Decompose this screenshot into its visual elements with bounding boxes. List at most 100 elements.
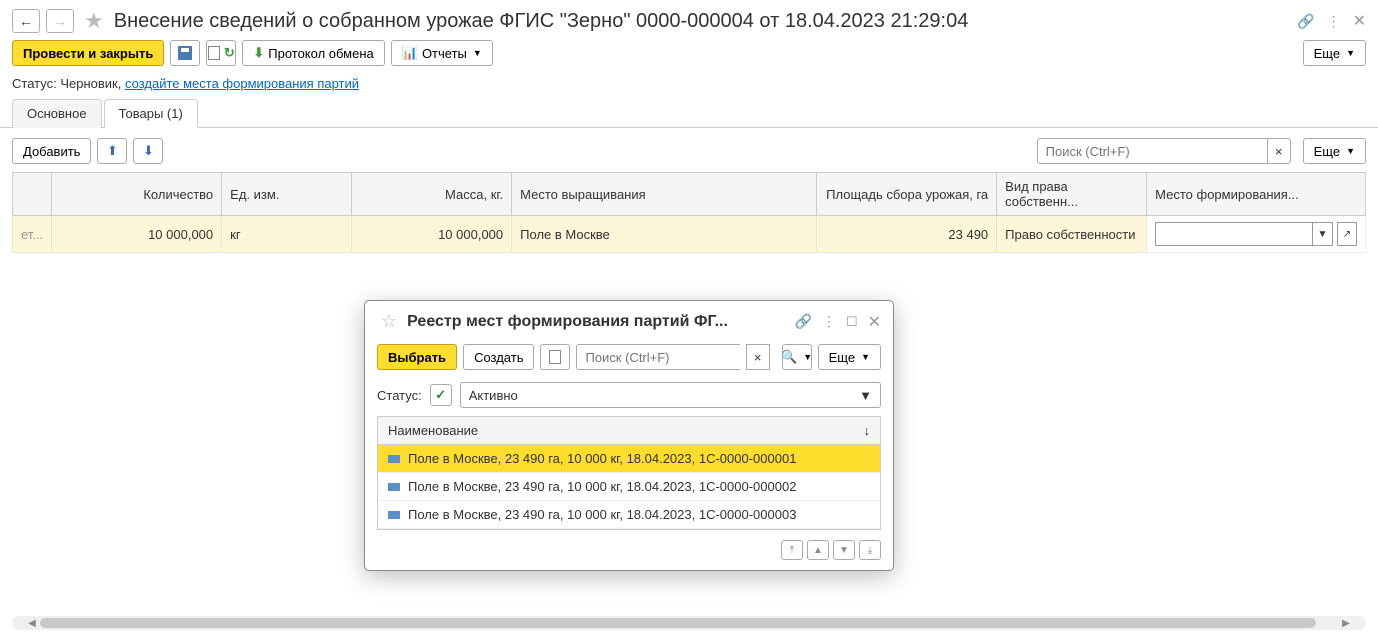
- content-more-button[interactable]: Еще▼: [1303, 138, 1366, 164]
- link-icon[interactable]: 🔗: [1297, 13, 1314, 30]
- toolbar: Провести и закрыть ↻ ⬇ Протокол обмена 📊…: [0, 40, 1378, 72]
- list-item[interactable]: Поле в Москве, 23 490 га, 10 000 кг, 18.…: [378, 501, 880, 529]
- post-button[interactable]: ↻: [206, 40, 236, 66]
- caret-down-icon: ▼: [861, 352, 870, 362]
- tab-main[interactable]: Основное: [12, 99, 102, 128]
- cell-quantity[interactable]: 10 000,000: [52, 216, 222, 253]
- list-item[interactable]: Поле в Москве, 23 490 га, 10 000 кг, 18.…: [378, 473, 880, 501]
- status-select[interactable]: Активно ▼: [460, 382, 881, 408]
- list-header-label: Наименование: [388, 423, 478, 438]
- dropdown-button[interactable]: ▼: [1313, 222, 1333, 246]
- col-quantity[interactable]: Количество: [52, 173, 222, 216]
- col-area[interactable]: Площадь сбора урожая, га: [817, 173, 997, 216]
- cell-formation[interactable]: ▼ ↗: [1147, 216, 1366, 253]
- col-ownership[interactable]: Вид права собственн...: [997, 173, 1147, 216]
- search-clear-button[interactable]: ×: [1267, 138, 1291, 164]
- list-item[interactable]: Поле в Москве, 23 490 га, 10 000 кг, 18.…: [378, 445, 880, 473]
- forward-button[interactable]: →: [46, 9, 74, 33]
- nav-down-button[interactable]: ▼: [833, 540, 855, 560]
- cell-mass[interactable]: 10 000,000: [352, 216, 512, 253]
- dialog-search-input[interactable]: [576, 344, 739, 370]
- nav-last-button[interactable]: ⤓: [859, 540, 881, 560]
- tab-goods[interactable]: Товары (1): [104, 99, 198, 128]
- menu-dots-icon[interactable]: ⋮: [1327, 13, 1341, 30]
- registry-dialog: ☆ Реестр мест формирования партий ФГ... …: [364, 300, 894, 571]
- post-and-close-button[interactable]: Провести и закрыть: [12, 40, 164, 66]
- table-row[interactable]: ет... 10 000,000 кг 10 000,000 Поле в Мо…: [13, 216, 1366, 253]
- dialog-search-clear[interactable]: ×: [746, 344, 770, 370]
- cell-area[interactable]: 23 490: [817, 216, 997, 253]
- header-actions: 🔗 ⋮ ✕: [1297, 11, 1366, 31]
- scroll-right-icon[interactable]: ▶: [1340, 618, 1352, 629]
- item-text: Поле в Москве, 23 490 га, 10 000 кг, 18.…: [408, 479, 796, 494]
- status-link[interactable]: создайте места формирования партий: [125, 76, 359, 91]
- dialog-toolbar: Выбрать Создать × 🔍▼ Еще ▼: [365, 340, 893, 378]
- col-mass[interactable]: Масса, кг.: [352, 173, 512, 216]
- open-button[interactable]: ↗: [1337, 222, 1357, 246]
- tabs: Основное Товары (1): [0, 99, 1378, 128]
- content: Добавить ⬆ ⬇ × Еще▼ Количество Ед. изм. …: [0, 128, 1378, 263]
- page-title: Внесение сведений о собранном урожае ФГИ…: [114, 10, 1291, 33]
- dialog-status-label: Статус:: [377, 388, 422, 403]
- status-value: Черновик,: [60, 76, 121, 91]
- col-indicator[interactable]: [13, 173, 52, 216]
- status-checkbox[interactable]: ✓: [430, 384, 452, 406]
- star-icon[interactable]: ★: [84, 8, 104, 34]
- select-button[interactable]: Выбрать: [377, 344, 457, 370]
- more-label: Еще: [829, 350, 855, 365]
- row-icon: [388, 511, 400, 519]
- arrow-icon: ↻: [224, 45, 235, 61]
- dialog-header-actions: 🔗 ⋮ ☐ ✕: [795, 312, 882, 332]
- sort-arrow-icon: ↓: [864, 423, 871, 438]
- reports-button[interactable]: 📊 Отчеты▼: [391, 40, 493, 66]
- link-icon[interactable]: 🔗: [795, 313, 812, 330]
- caret-down-icon: ▼: [803, 352, 812, 362]
- col-place[interactable]: Место выращивания: [512, 173, 817, 216]
- nav-first-button[interactable]: ⤒: [781, 540, 803, 560]
- copy-icon: [549, 350, 561, 364]
- row-icon: [388, 483, 400, 491]
- cell-indicator: ет...: [13, 216, 52, 253]
- col-unit[interactable]: Ед. изм.: [222, 173, 352, 216]
- download-icon: ⬇: [253, 45, 264, 61]
- menu-dots-icon[interactable]: ⋮: [822, 313, 836, 330]
- hscrollbar[interactable]: ◀ ▶: [12, 616, 1366, 630]
- search-input[interactable]: [1037, 138, 1267, 164]
- protocol-label: Протокол обмена: [268, 46, 374, 61]
- back-button[interactable]: ←: [12, 9, 40, 33]
- save-button[interactable]: [170, 40, 200, 66]
- item-text: Поле в Москве, 23 490 га, 10 000 кг, 18.…: [408, 451, 796, 466]
- search-button[interactable]: 🔍▼: [782, 344, 812, 370]
- maximize-icon[interactable]: ☐: [846, 314, 858, 330]
- formation-input[interactable]: [1155, 222, 1313, 246]
- move-down-button[interactable]: ⬇: [133, 138, 163, 164]
- dialog-footer: ⤒ ▲ ▼ ⤓: [365, 530, 893, 570]
- list-header[interactable]: Наименование ↓: [378, 417, 880, 445]
- row-icon: [388, 455, 400, 463]
- caret-down-icon: ▼: [859, 388, 872, 403]
- scroll-left-icon[interactable]: ◀: [26, 618, 38, 629]
- more-button[interactable]: Еще▼: [1303, 40, 1366, 66]
- dialog-title: Реестр мест формирования партий ФГ...: [407, 313, 788, 331]
- scroll-thumb[interactable]: [40, 618, 1316, 628]
- star-icon[interactable]: ☆: [381, 311, 397, 332]
- create-button[interactable]: Создать: [463, 344, 534, 370]
- header: ← → ★ Внесение сведений о собранном урож…: [0, 0, 1378, 40]
- cell-unit[interactable]: кг: [222, 216, 352, 253]
- dialog-more-button[interactable]: Еще ▼: [818, 344, 881, 370]
- cell-ownership[interactable]: Право собственности: [997, 216, 1147, 253]
- copy-button[interactable]: [540, 344, 570, 370]
- nav-up-button[interactable]: ▲: [807, 540, 829, 560]
- dialog-status-row: Статус: ✓ Активно ▼: [365, 378, 893, 416]
- move-up-button[interactable]: ⬆: [97, 138, 127, 164]
- add-button[interactable]: Добавить: [12, 138, 91, 164]
- caret-down-icon: ▼: [1346, 146, 1355, 156]
- cell-place[interactable]: Поле в Москве: [512, 216, 817, 253]
- protocol-button[interactable]: ⬇ Протокол обмена: [242, 40, 384, 66]
- status-label: Статус:: [12, 76, 57, 91]
- close-icon[interactable]: ✕: [1353, 11, 1366, 31]
- col-formation[interactable]: Место формирования...: [1147, 173, 1366, 216]
- scroll-track[interactable]: [38, 618, 1340, 628]
- arrow-up-icon: ⬆: [107, 143, 118, 159]
- dialog-close-icon[interactable]: ✕: [868, 312, 881, 332]
